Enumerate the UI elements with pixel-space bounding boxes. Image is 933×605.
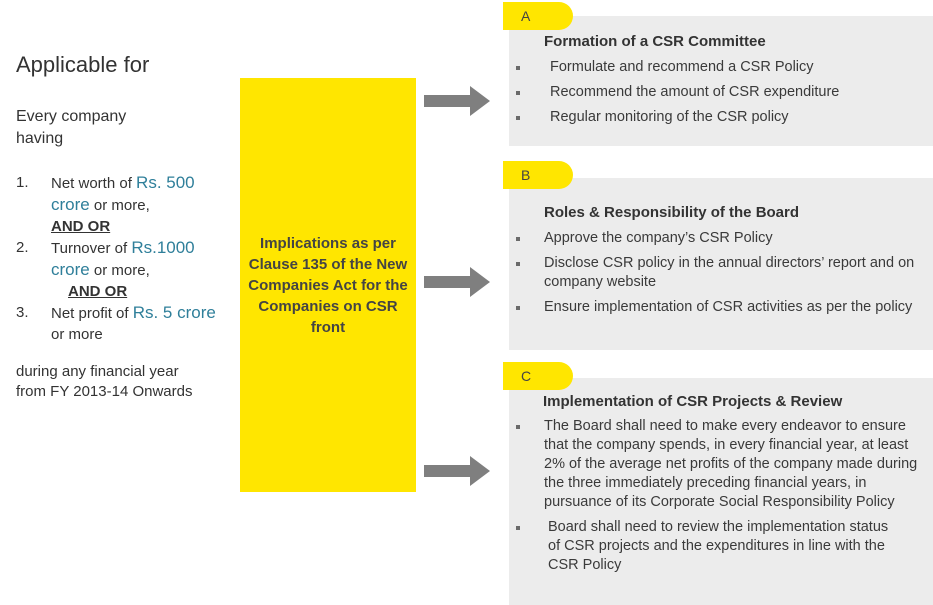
- panel-item-list: Formulate and recommend a CSR Policy Rec…: [509, 58, 933, 127]
- criterion-text: Turnover of: [51, 240, 132, 257]
- arrow-right-icon: [424, 86, 490, 116]
- arrow-right-icon: [424, 456, 490, 486]
- list-item: Recommend the amount of CSR expenditure: [509, 83, 933, 102]
- criterion-number: 1.: [16, 174, 29, 191]
- bullet-icon: [516, 425, 520, 429]
- criterion-suffix: or more: [51, 326, 103, 343]
- list-item: Board shall need to review the implement…: [509, 518, 933, 575]
- panel-title: Formation of a CSR Committee: [544, 33, 766, 50]
- bullet-icon: [516, 526, 520, 530]
- list-item-text: Regular monitoring of the CSR policy: [550, 109, 789, 125]
- panel-board-roles: Roles & Responsibility of the Board Appr…: [509, 178, 933, 350]
- panel-tab-b: B: [503, 161, 573, 189]
- panel-tab-c: C: [503, 362, 573, 390]
- criterion-2: 2. Turnover of Rs.1000 crore or more,: [16, 237, 226, 281]
- panel-title: Implementation of CSR Projects & Review: [543, 393, 843, 410]
- arrow-right-icon: [424, 267, 490, 297]
- list-item: Approve the company’s CSR Policy: [509, 229, 933, 248]
- panel-csr-committee: Formation of a CSR Committee Formulate a…: [509, 16, 933, 146]
- bullet-icon: [516, 237, 520, 241]
- list-item-text: The Board shall need to make every endea…: [544, 418, 918, 510]
- bullet-icon: [516, 262, 520, 266]
- panel-item-list: Approve the company’s CSR Policy Disclos…: [509, 229, 933, 317]
- list-item-text: Ensure implementation of CSR activities …: [544, 299, 913, 315]
- and-or-label: AND OR: [51, 218, 111, 235]
- applicable-title: Applicable for: [16, 52, 150, 77]
- list-item-text: Disclose CSR policy in the annual direct…: [544, 255, 915, 290]
- panel-item-list: The Board shall need to make every endea…: [509, 417, 933, 575]
- list-item: Regular monitoring of the CSR policy: [509, 108, 933, 127]
- criterion-3: 3. Net profit of Rs. 5 crore or more: [16, 302, 226, 345]
- list-item: Ensure implementation of CSR activities …: [509, 298, 933, 317]
- criterion-suffix: or more,: [89, 262, 150, 279]
- list-item: Disclose CSR policy in the annual direct…: [509, 254, 933, 292]
- criterion-1: 1. Net worth of Rs. 500 crore or more,: [16, 172, 226, 216]
- panel-tab-a: A: [503, 2, 573, 30]
- criterion-number: 2.: [16, 239, 29, 256]
- and-or-connector-1: AND OR: [16, 216, 226, 237]
- applicability-period: during any financial year from FY 2013-1…: [16, 363, 193, 400]
- bullet-icon: [516, 66, 520, 70]
- list-item: The Board shall need to make every endea…: [509, 417, 933, 512]
- criterion-number: 3.: [16, 304, 29, 321]
- list-item: Formulate and recommend a CSR Policy: [509, 58, 933, 77]
- panel-csr-implementation: Implementation of CSR Projects & Review …: [509, 378, 933, 605]
- list-item-text: Formulate and recommend a CSR Policy: [550, 59, 814, 75]
- criterion-highlight: Rs. 5 crore: [132, 303, 216, 322]
- list-item-text: Board shall need to review the implement…: [548, 519, 889, 573]
- panel-title: Roles & Responsibility of the Board: [544, 204, 800, 221]
- bullet-icon: [516, 91, 520, 95]
- applicable-subtitle: Every company having: [16, 108, 127, 147]
- criterion-text: Net profit of: [51, 305, 133, 322]
- criteria-list: 1. Net worth of Rs. 500 crore or more, A…: [16, 172, 226, 345]
- list-item-text: Recommend the amount of CSR expenditure: [550, 84, 840, 100]
- implications-text: Implications as per Clause 135 of the Ne…: [248, 234, 408, 336]
- implications-box: Implications as per Clause 135 of the Ne…: [240, 78, 416, 492]
- list-item-text: Approve the company’s CSR Policy: [544, 230, 773, 246]
- criterion-suffix: or more,: [89, 197, 150, 214]
- criterion-text: Net worth of: [51, 175, 137, 192]
- bullet-icon: [516, 116, 520, 120]
- bullet-icon: [516, 306, 520, 310]
- and-or-label: AND OR: [68, 283, 128, 300]
- and-or-connector-2: AND OR: [16, 281, 226, 302]
